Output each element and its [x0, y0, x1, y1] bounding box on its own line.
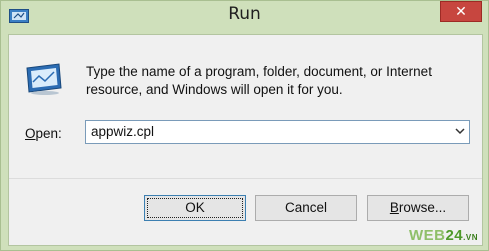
open-label-mnemonic: O: [25, 126, 36, 141]
window-title: Run: [228, 4, 261, 24]
focus-rectangle: [147, 198, 243, 218]
close-icon: ✕: [455, 3, 467, 20]
browse-mnemonic: B: [389, 200, 399, 215]
cancel-button-label: Cancel: [284, 200, 328, 215]
run-icon: [26, 63, 62, 95]
run-dialog-window: Run ✕ Type the name of a program, folder…: [0, 0, 489, 251]
browse-button-label: rowse...: [398, 200, 447, 215]
cancel-button[interactable]: Cancel: [255, 195, 357, 221]
open-label: Open:: [25, 126, 62, 141]
dialog-client-area: Type the name of a program, folder, docu…: [8, 34, 483, 246]
chevron-down-icon[interactable]: [455, 127, 465, 135]
open-input[interactable]: appwiz.cpl: [91, 124, 154, 139]
ok-button[interactable]: OK: [144, 195, 246, 221]
close-button[interactable]: ✕: [440, 1, 482, 22]
title-bar[interactable]: Run ✕: [1, 1, 488, 34]
browse-button[interactable]: Browse...: [367, 195, 469, 221]
watermark-logo: WEB24.VN: [408, 227, 478, 244]
open-label-text: pen:: [35, 126, 62, 141]
open-combobox[interactable]: appwiz.cpl: [85, 120, 470, 144]
dialog-description: Type the name of a program, folder, docu…: [86, 64, 432, 97]
